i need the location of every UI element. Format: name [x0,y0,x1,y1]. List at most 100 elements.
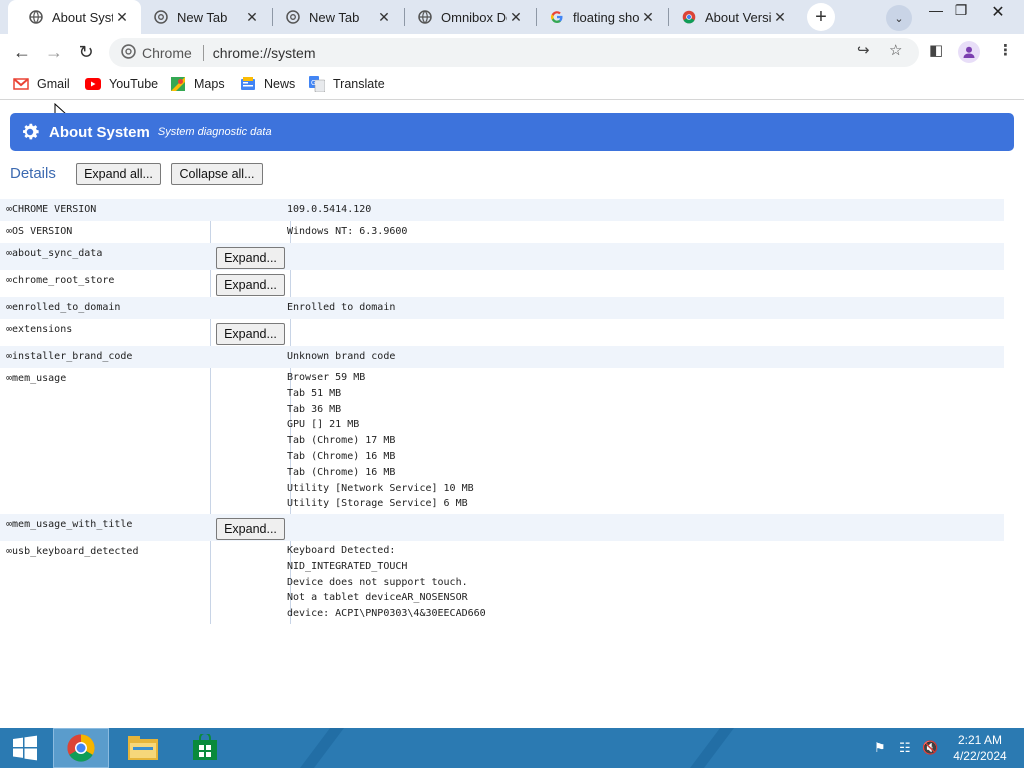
table-row: ∞mem_usage_with_title [0,514,1004,541]
kebab-menu-icon[interactable]: ⋮ [998,41,1013,59]
omnibox[interactable]: Chrome chrome://system [109,38,919,67]
gear-icon [19,121,41,143]
url-text[interactable]: chrome://system [213,45,316,61]
row-name: ∞usb_keyboard_detected [6,546,139,557]
bookmarks-bar: Gmail YouTube Maps News G Translate [0,70,1024,100]
bookmark-youtube[interactable]: YouTube [85,76,158,92]
row-value: Keyboard Detected: NID_INTEGRATED_TOUCH … [287,545,486,620]
taskbar-file-explorer-app[interactable] [117,728,169,768]
youtube-icon [85,76,101,92]
arrow-right-icon: → [45,41,63,62]
collapse-all-button[interactable]: Collapse all... [171,163,263,185]
tab-about-system[interactable]: About System ✕ [8,0,141,34]
news-icon [240,76,256,92]
expand-about-sync-data-button[interactable]: Expand... [216,247,285,269]
table-row: ∞extensions [0,319,1004,346]
taskbar-wallpaper-stripes [300,728,734,768]
row-name: ∞enrolled_to_domain [6,302,121,313]
row-value: Unknown brand code [287,351,396,362]
row-name: ∞mem_usage_with_title [6,519,133,530]
globe-icon [417,9,433,25]
tab-new-tab-1[interactable]: New Tab ✕ [133,0,271,34]
table-row: ∞mem_usage Browser 59 MB Tab 51 MB Tab 3… [0,368,1004,514]
row-name: ∞chrome_root_store [6,275,115,286]
close-tab-icon[interactable]: ✕ [639,9,657,26]
table-row: ∞chrome_root_store [0,270,1004,297]
restore-icon: ❐ [954,2,968,18]
bookmark-label: Maps [194,77,225,91]
table-row: ∞usb_keyboard_detected Keyboard Detected… [0,541,1004,624]
omnibox-separator [202,44,204,61]
tab-title: New Tab [177,9,228,25]
bookmark-star-icon[interactable]: ☆ [889,41,902,59]
tab-about-version[interactable]: About Version ✕ [661,0,799,34]
toolbar: ← → ↻ Chrome chrome://system ↪ ☆ ◧ ⋮ [0,34,1024,70]
expand-chrome-root-store-button[interactable]: Expand... [216,274,285,296]
chrome-outline-icon [153,9,169,25]
flag-icon[interactable]: ⚑ [874,740,886,756]
globe-icon [28,9,44,25]
tab-search-button[interactable]: ⌄ [886,5,912,31]
page-title: About System [49,123,150,141]
profile-avatar-button[interactable] [958,41,980,63]
clock-date: 4/22/2024 [953,749,1007,763]
new-tab-button[interactable]: + [807,3,835,31]
bookmark-news[interactable]: News [240,76,295,92]
tab-omnibox-debug[interactable]: Omnibox Debug ✕ [397,0,535,34]
table-row: ∞enrolled_to_domain Enrolled to domain [0,297,1004,319]
bookmark-gmail[interactable]: Gmail [13,76,70,92]
start-button[interactable] [0,728,50,768]
row-name: ∞about_sync_data [6,248,103,259]
windows-logo-icon [13,735,37,761]
google-icon [549,9,565,25]
taskbar-store-app[interactable] [180,728,230,768]
page-subtitle: System diagnostic data [157,126,272,138]
person-icon [963,46,975,58]
store-icon [193,734,217,760]
row-value: Enrolled to domain [287,302,396,313]
back-button[interactable]: ← [10,40,34,64]
close-tab-icon[interactable]: ✕ [771,9,789,26]
close-tab-icon[interactable]: ✕ [243,9,261,26]
side-panel-icon[interactable]: ◧ [929,41,943,59]
bookmark-label: News [264,77,296,91]
close-tab-icon[interactable]: ✕ [507,9,525,26]
expand-mem-usage-with-title-button[interactable]: Expand... [216,518,285,540]
volume-muted-icon[interactable]: 🔇 [922,740,938,756]
bookmark-maps[interactable]: Maps [170,76,225,92]
close-tab-icon[interactable]: ✕ [375,9,393,26]
translate-icon: G [309,76,325,92]
share-icon[interactable]: ↪ [857,41,870,59]
tab-title: About Version [705,9,771,25]
tab-title: floating shop [573,9,639,25]
chevron-down-icon: ⌄ [894,12,904,25]
close-window-button[interactable]: ✕ [978,2,1018,22]
taskbar: ⚑ ☷ 🔇 2:21 AM 4/22/2024 [0,728,1024,768]
expand-extensions-button[interactable]: Expand... [216,323,285,345]
row-value: Browser 59 MB Tab 51 MB Tab 36 MB GPU []… [287,372,474,510]
tab-new-tab-2[interactable]: New Tab ✕ [265,0,403,34]
table-row: ∞installer_brand_code Unknown brand code [0,346,1004,368]
plus-icon: + [815,5,827,28]
row-name: ∞CHROME VERSION [6,204,97,215]
maps-icon [170,76,186,92]
bookmark-translate[interactable]: G Translate [309,76,385,92]
gmail-icon [13,76,29,92]
page-header: About System System diagnostic data [10,113,1014,151]
tab-floating-shop[interactable]: floating shop ✕ [529,0,667,34]
taskbar-clock[interactable]: 2:21 AM 4/22/2024 [947,732,1013,764]
restore-button[interactable]: ❐ [946,2,976,19]
reload-button[interactable]: ↻ [74,40,98,64]
close-tab-icon[interactable]: ✕ [113,9,131,26]
row-value: Windows NT: 6.3.9600 [287,226,408,237]
arrow-left-icon: ← [13,41,31,62]
bookmark-label: Gmail [37,77,70,91]
site-info-chip[interactable]: Chrome [121,43,192,62]
forward-button[interactable]: → [42,40,66,64]
network-icon[interactable]: ☷ [899,740,911,756]
svg-text:G: G [311,80,316,87]
details-label: Details [10,165,56,182]
taskbar-chrome-app[interactable] [53,728,109,768]
tab-strip: About System ✕ New Tab ✕ New Tab ✕ Omnib… [0,0,1024,34]
expand-all-button[interactable]: Expand all... [76,163,161,185]
